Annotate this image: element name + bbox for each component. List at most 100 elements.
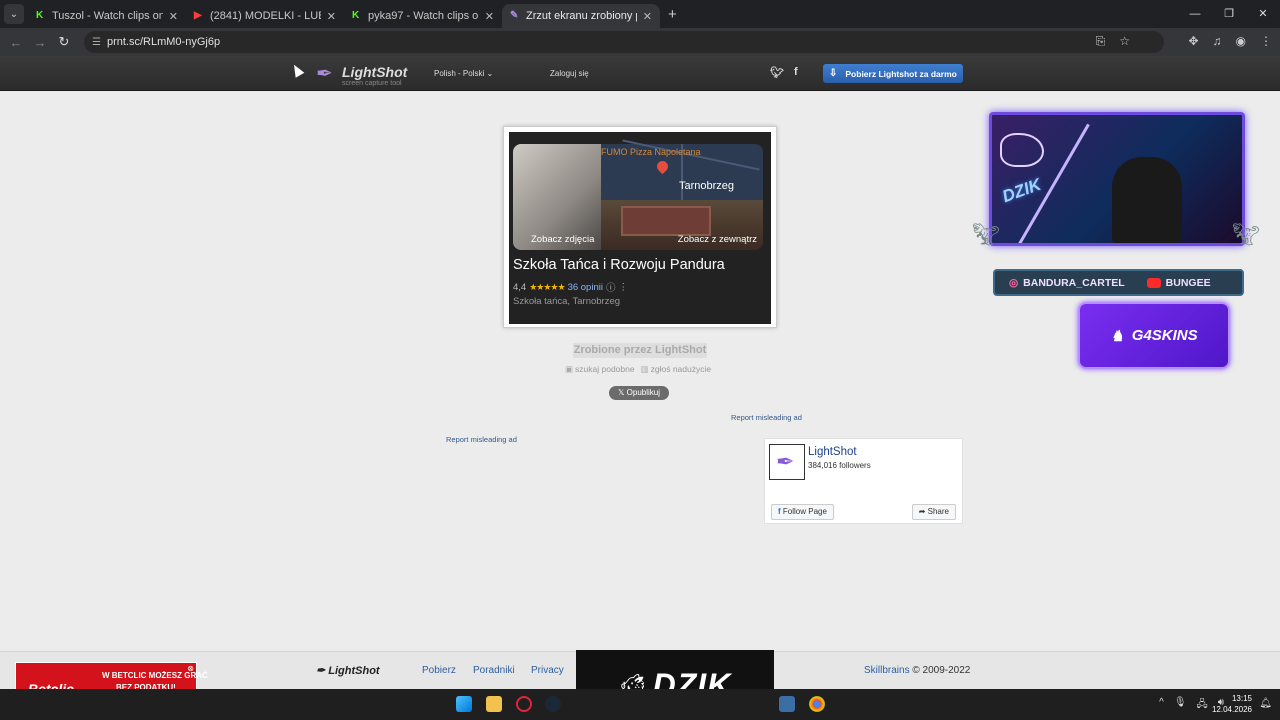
rating-value: 4,4 xyxy=(513,281,527,293)
browser-tab-4-active[interactable]: ✎ Zrzut ekranu zrobiony przez Lightshot … xyxy=(502,4,660,28)
search-similar-link[interactable]: ▣ szukaj podobne xyxy=(565,364,635,375)
back-icon[interactable]: ← xyxy=(4,35,28,50)
language-select[interactable]: Polish - Polski ⌄ xyxy=(434,69,493,78)
login-link[interactable]: Zaloguj się xyxy=(550,69,589,78)
follow-label: Follow Page xyxy=(782,507,827,516)
youtube-handle: BUNGEE xyxy=(1165,276,1211,289)
language-label: Polish - Polski xyxy=(434,69,485,78)
copyright-years: © 2009-2022 xyxy=(912,665,971,676)
browser-tab-3[interactable]: K pyka97 - Watch clips on Kick ✕ xyxy=(344,4,502,28)
clock-time: 13:15 xyxy=(1231,694,1252,703)
close-window-icon[interactable]: ✕ xyxy=(1246,0,1280,28)
fb-page-name[interactable]: LightShot xyxy=(808,446,857,458)
follow-page-button[interactable]: f Follow Page xyxy=(771,504,834,520)
map-preview[interactable]: FUMO Pizza Napoletana Tarnobrzeg xyxy=(601,139,763,200)
clock[interactable]: 13:15 12.04.2026 xyxy=(1212,693,1252,715)
page-avatar[interactable]: ✒ xyxy=(769,444,805,480)
url-text: prnt.sc/RLmM0-nyGj6p xyxy=(106,36,221,48)
more-dots-icon[interactable]: ⋮ xyxy=(618,282,628,293)
info-icon[interactable]: ⓘ xyxy=(606,280,616,294)
company-link[interactable]: Skillbrains xyxy=(864,665,910,676)
omnibox-actions: ⎘ ☆ xyxy=(1096,34,1130,49)
facebook-icon[interactable]: f xyxy=(794,66,798,79)
browser-tab-2[interactable]: ▶ (2841) MODELKI - LUBIĘ CIĘ JAK ✕ xyxy=(186,4,344,28)
tab-title: pyka97 - Watch clips on Kick xyxy=(368,10,479,22)
browser-tab-bar: ⌄ K Tuszol - Watch clips on Kick ✕ ▶ (28… xyxy=(0,0,1280,28)
building-facade xyxy=(621,206,711,236)
social-links: 🐦︎ f xyxy=(770,66,798,79)
opera-icon[interactable] xyxy=(516,696,532,712)
bookmark-star-icon[interactable]: ☆ xyxy=(1119,34,1130,49)
business-photo[interactable]: Zobacz zdjęcia xyxy=(513,144,601,250)
reviews-link[interactable]: 36 opinii xyxy=(568,282,603,293)
site-info-icon[interactable]: ☰ xyxy=(92,37,101,48)
browser-tab-1[interactable]: K Tuszol - Watch clips on Kick ✕ xyxy=(28,4,186,28)
close-tab-icon[interactable]: ✕ xyxy=(169,10,178,23)
tray-expand-icon[interactable]: ^ xyxy=(1159,697,1164,714)
report-misleading-ad-link[interactable]: Report misleading ad xyxy=(446,435,517,444)
logo-subtitle: screen capture tool xyxy=(342,80,402,87)
street-caption: Zobacz z zewnątrz xyxy=(677,234,757,245)
streamer-socials-bar: ◎ BANDURA_CARTEL BUNGEE xyxy=(993,269,1244,296)
close-tab-icon[interactable]: ✕ xyxy=(327,10,336,23)
tab-title: (2841) MODELKI - LUBIĘ CIĘ JAK xyxy=(210,10,321,22)
file-explorer-icon[interactable] xyxy=(486,696,502,712)
map-city-name: Tarnobrzeg xyxy=(679,180,735,192)
fb-followers: 384,016 followers xyxy=(808,461,871,470)
logo-name: LightShot xyxy=(342,64,408,80)
twitter-icon[interactable]: 🐦︎ xyxy=(770,66,784,79)
reload-icon[interactable]: ↻ xyxy=(52,34,76,50)
lightshot-header: ✒ LightShot screen capture tool Polish -… xyxy=(0,56,1280,91)
download-button[interactable]: ⇩ Pobierz Lightshot za darmo xyxy=(823,64,963,83)
report-abuse-link[interactable]: ▥ zgłoś nadużycie xyxy=(641,364,712,375)
tab-title: Tuszol - Watch clips on Kick xyxy=(52,10,163,22)
restore-icon[interactable]: ❐ xyxy=(1212,0,1246,28)
share-button[interactable]: ➦ Share xyxy=(911,504,956,520)
footer-privacy-link[interactable]: Privacy xyxy=(531,665,564,676)
forward-icon[interactable]: → xyxy=(28,35,52,50)
steam-icon[interactable] xyxy=(545,696,561,712)
photos-app-icon[interactable] xyxy=(779,696,795,712)
footer-logo[interactable]: ✒ LightShot xyxy=(316,664,380,677)
screenshot-image: Zobacz zdjęcia FUMO Pizza Napoletana Tar… xyxy=(509,132,771,324)
footer-tutorials-link[interactable]: Poradniki xyxy=(473,665,515,676)
footer-download-link[interactable]: Pobierz xyxy=(422,665,456,676)
menu-dots-icon[interactable]: ⋮ xyxy=(1260,34,1272,48)
tab-search-button[interactable]: ⌄ xyxy=(4,4,24,24)
close-tab-icon[interactable]: ✕ xyxy=(643,10,652,23)
microphone-icon[interactable]: 🎙︎ xyxy=(1174,697,1187,714)
profile-icon[interactable]: ◉ xyxy=(1236,34,1246,48)
new-tab-button[interactable]: + xyxy=(668,6,677,23)
feather-icon: ✒ xyxy=(316,63,333,85)
windows-start-icon[interactable] xyxy=(456,696,472,712)
rating-stars: ★★★★★ xyxy=(529,281,565,292)
screenshot-frame[interactable]: Zobacz zdjęcia FUMO Pizza Napoletana Tar… xyxy=(503,126,777,328)
close-ad-icon[interactable]: ⊗ xyxy=(187,664,194,673)
notifications-bell-icon[interactable]: 🔔︎ xyxy=(1259,698,1272,709)
report-abuse-label: zgłoś nadużycie xyxy=(650,364,712,374)
boar-logo-icon xyxy=(1000,133,1044,167)
download-button-label: Pobierz Lightshot za darmo xyxy=(845,68,957,79)
photo-caption: Zobacz zdjęcia xyxy=(531,234,595,245)
facebook-icon: f xyxy=(778,507,781,516)
x-logo-icon: 𝕏 xyxy=(617,388,625,397)
close-tab-icon[interactable]: ✕ xyxy=(485,10,494,23)
street-view-preview[interactable]: Zobacz z zewnątrz xyxy=(601,200,763,250)
x-publish-button[interactable]: 𝕏 Opublikuj xyxy=(609,386,669,400)
chrome-icon[interactable] xyxy=(809,696,825,712)
share-arrow-icon: ➦ xyxy=(918,507,926,516)
sponsor-badge: ♞ G4SKINS xyxy=(1078,302,1230,369)
minimize-icon[interactable]: — xyxy=(1178,0,1212,28)
extensions-icon[interactable]: ✥ xyxy=(1188,34,1198,48)
media-control-icon[interactable]: ♫ xyxy=(1213,34,1222,48)
youtube-icon: ▶ xyxy=(194,10,202,21)
tab-title: Zrzut ekranu zrobiony przez Lightshot xyxy=(526,10,637,22)
window-controls: — ❐ ✕ xyxy=(1178,0,1280,28)
feather-icon: ✒ xyxy=(316,665,326,677)
url-bar[interactable]: ☰ prnt.sc/RLmM0-nyGj6p xyxy=(84,31,1164,53)
install-app-icon[interactable]: ⎘ xyxy=(1096,34,1106,49)
image-actions: ▣ szukaj podobne ▥ zgłoś nadużycie xyxy=(565,364,711,375)
network-icon[interactable]: 🖧︎ xyxy=(1197,697,1208,714)
windows-taskbar: ^ 🎙︎ 🖧︎ 🔊︎ 13:15 12.04.2026 🔔︎ xyxy=(0,689,1280,720)
report-misleading-ad-link[interactable]: Report misleading ad xyxy=(731,413,802,422)
